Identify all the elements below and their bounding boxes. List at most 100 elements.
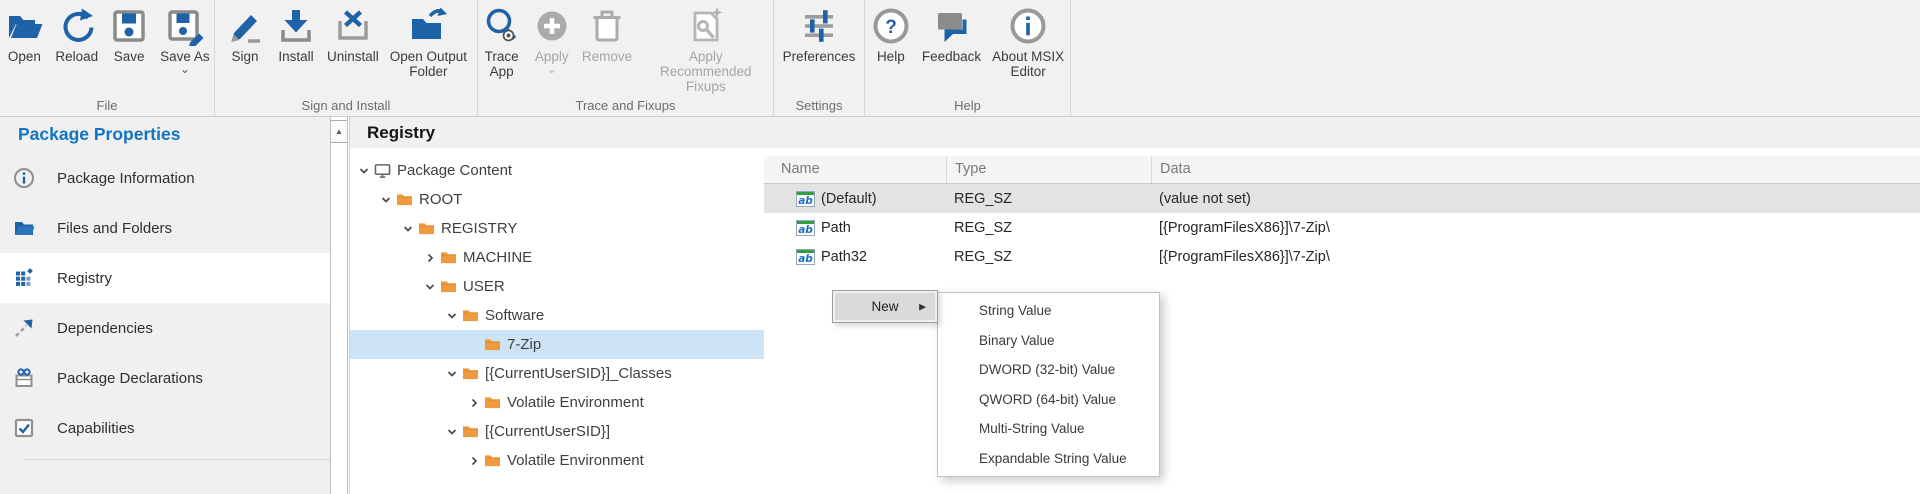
ribbon-button-label: Trace App (485, 49, 519, 79)
context-menu: New ▶ (832, 290, 938, 323)
chevron-right-icon[interactable] (468, 454, 481, 467)
ribbon-group-buttons: Sign ⌄ Install ⌄ Uninstall (215, 0, 477, 92)
install-icon (276, 6, 316, 46)
chevron-down-icon[interactable] (446, 309, 459, 322)
svg-text:?: ? (885, 17, 897, 38)
registry-tree: Package Content ROOT REGISTRY (350, 148, 764, 494)
remove-button[interactable]: Remove ⌄ (578, 6, 635, 64)
tree-item[interactable]: USER (350, 272, 764, 301)
save-as-button[interactable]: Save As ⌄ (156, 6, 214, 74)
ribbon-group: Sign ⌄ Install ⌄ Uninstall (215, 0, 478, 116)
folder-icon (484, 337, 501, 352)
column-header[interactable]: Data (1151, 156, 1920, 183)
tree-item[interactable]: [{CurrentUserSID}]_Classes (350, 359, 764, 388)
save-button[interactable]: Save ⌄ (105, 6, 153, 64)
sidebar-item-package-information[interactable]: Package Information (0, 153, 330, 203)
submenu-item[interactable]: Binary Value (938, 326, 1159, 356)
ribbon-button-label: Sign (231, 49, 258, 64)
string-value-icon: ab (796, 249, 815, 265)
tree-item[interactable]: MACHINE (350, 243, 764, 272)
sidebar-item-capabilities[interactable]: Capabilities (0, 403, 330, 453)
sign-icon (225, 6, 265, 46)
tree-item[interactable]: REGISTRY (350, 214, 764, 243)
table-row[interactable]: ab Path32 REG_SZ [{ProgramFilesX86}]\7-Z… (764, 242, 1920, 271)
value-name: (Default) (821, 191, 877, 207)
ribbon-button-label: Reload (55, 49, 98, 64)
tree-item[interactable]: Software (350, 301, 764, 330)
chevron-down-icon[interactable] (424, 280, 437, 293)
about-msix-editor-button[interactable]: About MSIX Editor ⌄ (988, 6, 1068, 79)
tree-item[interactable]: [{CurrentUserSID}] (350, 417, 764, 446)
trace-app-icon (482, 6, 522, 46)
open-output-folder-icon (408, 6, 448, 46)
sidebar-item-dependencies[interactable]: Dependencies (0, 303, 330, 353)
folder-icon (418, 221, 435, 236)
svg-text:ab: ab (798, 223, 813, 235)
reload-button[interactable]: Reload ⌄ (51, 6, 102, 64)
tree-item[interactable]: ROOT (350, 185, 764, 214)
column-header[interactable]: Name (764, 156, 946, 183)
chevron-down-icon[interactable] (446, 425, 459, 438)
trace-app-button[interactable]: Trace App ⌄ (478, 6, 525, 79)
feedback-button[interactable]: Feedback ⌄ (918, 6, 985, 64)
chevron-down-icon[interactable] (358, 164, 371, 177)
sidebar-item-label: Dependencies (57, 320, 153, 337)
apply-recommended-fixups-button[interactable]: Apply Recommended Fixups ⌄ (639, 6, 773, 94)
submenu-item[interactable]: Expandable String Value (938, 444, 1159, 474)
sidebar-item-package-declarations[interactable]: Package Declarations (0, 353, 330, 403)
preferences-button[interactable]: Preferences ⌄ (779, 6, 860, 64)
sidebar-scrollbar[interactable]: ▲ (330, 117, 348, 494)
open-button[interactable]: Open ⌄ (0, 6, 48, 64)
scroll-up-button[interactable]: ▲ (331, 120, 347, 143)
table-row[interactable]: ab Path REG_SZ [{ProgramFilesX86}]\7-Zip… (764, 213, 1920, 242)
ribbon-button-label: Open (8, 49, 41, 64)
submenu-item[interactable]: String Value (938, 296, 1159, 326)
value-type: REG_SZ (946, 191, 1151, 207)
tree-item[interactable]: 7-Zip (350, 330, 764, 359)
ribbon-group: ? Help ⌄ Feedback ⌄ About (865, 0, 1071, 116)
menu-item-label: New (871, 299, 898, 314)
tree-item[interactable]: Volatile Environment (350, 446, 764, 475)
registry-icon (13, 267, 35, 289)
about-icon (1008, 6, 1048, 46)
tree-item[interactable]: Volatile Environment (350, 388, 764, 417)
sign-button[interactable]: Sign ⌄ (221, 6, 269, 64)
value-type: REG_SZ (946, 220, 1151, 236)
folder-icon (440, 279, 457, 294)
submenu-item[interactable]: Multi-String Value (938, 414, 1159, 444)
declarations-icon (13, 367, 35, 389)
chevron-down-icon[interactable] (402, 222, 415, 235)
table-row[interactable]: ab (Default) REG_SZ (value not set) (764, 184, 1920, 213)
tree-item-label: ROOT (419, 191, 462, 208)
sidebar-item-label: Capabilities (57, 420, 135, 437)
ribbon-button-label: Preferences (783, 49, 856, 64)
submenu-item[interactable]: QWORD (64-bit) Value (938, 385, 1159, 415)
ribbon-button-label: Install (278, 49, 313, 64)
sidebar-item-files-and-folders[interactable]: Files and Folders (0, 203, 330, 253)
sidebar-item-registry[interactable]: Registry (0, 253, 330, 303)
help-button[interactable]: ? Help ⌄ (867, 6, 915, 64)
apply-button[interactable]: Apply ⌄ (528, 6, 575, 74)
context-menu-item-new[interactable]: New ▶ (835, 293, 935, 320)
uninstall-button[interactable]: Uninstall ⌄ (323, 6, 383, 64)
tree-item-label: MACHINE (463, 249, 532, 266)
open-output-folder-button[interactable]: Open Output Folder ⌄ (386, 6, 471, 79)
ribbon-button-label: Remove (582, 49, 632, 64)
install-button[interactable]: Install ⌄ (272, 6, 320, 64)
apply-recommended-fixups-icon (686, 6, 726, 46)
chevron-down-icon[interactable] (380, 193, 393, 206)
apply-icon (532, 6, 572, 46)
chevron-right-icon[interactable] (424, 251, 437, 264)
sidebar-item-label: Package Declarations (57, 370, 203, 387)
ribbon-button-label: Save (114, 49, 145, 64)
chevron-down-icon[interactable] (446, 367, 459, 380)
ribbon-group-buttons: Preferences ⌄ (774, 0, 864, 92)
tree-item[interactable]: Package Content (350, 156, 764, 185)
ribbon-group: Preferences ⌄ Settings (774, 0, 865, 116)
ribbon-button-label: Uninstall (327, 49, 379, 64)
chevron-right-icon[interactable] (468, 396, 481, 409)
ribbon-group-label: File (0, 98, 214, 113)
column-header[interactable]: Type (946, 156, 1151, 183)
remove-icon (587, 6, 627, 46)
submenu-item[interactable]: DWORD (32-bit) Value (938, 355, 1159, 385)
